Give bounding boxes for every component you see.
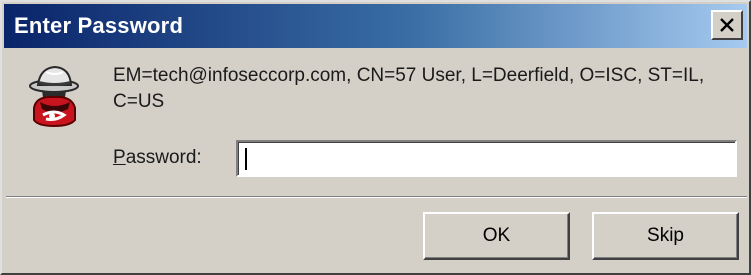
text-caret [245, 148, 247, 170]
password-label: Password: [113, 145, 202, 171]
password-label-text: assword: [125, 147, 202, 168]
skip-button[interactable]: Skip [592, 212, 739, 260]
spy-hat-icon [26, 64, 84, 128]
window-title: Enter Password [14, 13, 184, 38]
close-icon [719, 18, 735, 32]
password-field[interactable] [236, 140, 737, 177]
title-bar[interactable]: Enter Password [4, 4, 747, 48]
enter-password-dialog: Enter Password EM=tech@infoseccorp.com, … [0, 0, 751, 275]
close-button[interactable] [711, 10, 743, 40]
ok-button[interactable]: OK [423, 212, 570, 260]
certificate-subject: EM=tech@infoseccorp.com, CN=57 User, L=D… [113, 65, 705, 112]
separator [6, 196, 747, 198]
password-label-accelerator: P [113, 147, 126, 168]
